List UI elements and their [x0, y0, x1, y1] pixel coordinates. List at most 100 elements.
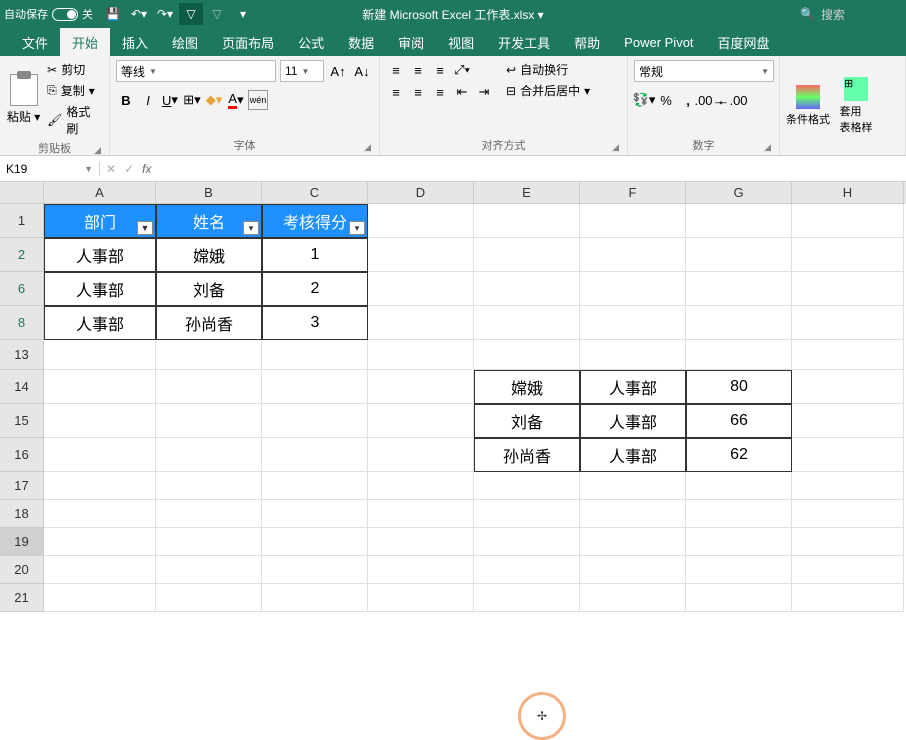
decrease-decimal-icon[interactable]: ←.00 [722, 90, 742, 110]
launcher-icon[interactable]: ◢ [364, 142, 371, 153]
percent-icon[interactable]: % [656, 90, 676, 110]
align-right-icon[interactable]: ≡ [430, 82, 450, 102]
cell-D8[interactable] [368, 306, 474, 340]
cell-F2[interactable] [580, 238, 686, 272]
qat-customize-icon[interactable]: ▾ [231, 3, 255, 25]
format-table-button[interactable]: ⊞ 套用 表格样 [834, 60, 878, 151]
cell-G14[interactable]: 80 [686, 370, 792, 404]
cell-A15[interactable] [44, 404, 156, 438]
phonetic-button[interactable]: wén [248, 90, 268, 110]
cell-H19[interactable] [792, 528, 904, 556]
cell-H16[interactable] [792, 438, 904, 472]
cell-C15[interactable] [262, 404, 368, 438]
align-bottom-icon[interactable]: ≡ [430, 60, 450, 80]
cell-A20[interactable] [44, 556, 156, 584]
cut-button[interactable]: ✂剪切 [45, 60, 103, 79]
cell-H20[interactable] [792, 556, 904, 584]
font-size-combo[interactable]: 11▼ [280, 60, 324, 82]
cell-F6[interactable] [580, 272, 686, 306]
tab-页面布局[interactable]: 页面布局 [210, 28, 286, 56]
wrap-text-button[interactable]: ↩自动换行 [504, 60, 592, 79]
cancel-icon[interactable]: ✕ [106, 162, 116, 176]
name-box[interactable]: K19▼ [0, 162, 100, 176]
launcher-icon[interactable]: ◢ [764, 142, 771, 153]
cell-D14[interactable] [368, 370, 474, 404]
cell-G18[interactable] [686, 500, 792, 528]
cell-F13[interactable] [580, 340, 686, 370]
fill-color-button[interactable]: ◆▾ [204, 90, 224, 110]
cell-B18[interactable] [156, 500, 262, 528]
row-header[interactable]: 6 [0, 272, 44, 306]
cell-E8[interactable] [474, 306, 580, 340]
tab-帮助[interactable]: 帮助 [562, 28, 612, 56]
filename[interactable]: 新建 Microsoft Excel 工作表.xlsx ▾ [362, 6, 543, 23]
fx-icon[interactable]: fx [142, 162, 151, 176]
cell-A1[interactable]: 部门▼ [44, 204, 156, 238]
cell-B15[interactable] [156, 404, 262, 438]
cell-D1[interactable] [368, 204, 474, 238]
cell-G1[interactable] [686, 204, 792, 238]
column-header-D[interactable]: D [368, 182, 474, 204]
cell-D15[interactable] [368, 404, 474, 438]
format-painter-button[interactable]: 🖌格式刷 [45, 102, 103, 138]
row-header[interactable]: 1 [0, 204, 44, 238]
column-header-B[interactable]: B [156, 182, 262, 204]
indent-inc-icon[interactable]: ⇥ [474, 82, 494, 102]
column-header-A[interactable]: A [44, 182, 156, 204]
cell-G17[interactable] [686, 472, 792, 500]
cell-F17[interactable] [580, 472, 686, 500]
cell-H8[interactable] [792, 306, 904, 340]
cell-C6[interactable]: 2 [262, 272, 368, 306]
cell-E13[interactable] [474, 340, 580, 370]
tab-审阅[interactable]: 审阅 [386, 28, 436, 56]
filter-dropdown-icon[interactable]: ▾ [243, 221, 259, 235]
cell-C20[interactable] [262, 556, 368, 584]
tab-开发工具[interactable]: 开发工具 [486, 28, 562, 56]
clear-filter-icon[interactable]: ▽ [205, 3, 229, 25]
cell-D19[interactable] [368, 528, 474, 556]
cell-B2[interactable]: 嫦娥 [156, 238, 262, 272]
cell-H18[interactable] [792, 500, 904, 528]
cell-H14[interactable] [792, 370, 904, 404]
cell-A17[interactable] [44, 472, 156, 500]
cell-C14[interactable] [262, 370, 368, 404]
cell-B8[interactable]: 孙尚香 [156, 306, 262, 340]
tab-视图[interactable]: 视图 [436, 28, 486, 56]
tab-文件[interactable]: 文件 [10, 28, 60, 56]
cell-E14[interactable]: 嫦娥 [474, 370, 580, 404]
tab-插入[interactable]: 插入 [110, 28, 160, 56]
row-header[interactable]: 14 [0, 370, 44, 404]
conditional-format-button[interactable]: 条件格式 [786, 60, 830, 151]
cell-A18[interactable] [44, 500, 156, 528]
cell-A8[interactable]: 人事部 [44, 306, 156, 340]
cell-B1[interactable]: 姓名▾ [156, 204, 262, 238]
select-all-corner[interactable] [0, 182, 44, 204]
cell-E20[interactable] [474, 556, 580, 584]
cell-B20[interactable] [156, 556, 262, 584]
copy-button[interactable]: ⎘复制 ▾ [45, 81, 103, 100]
autosave-toggle[interactable]: 自动保存 关 [4, 6, 93, 22]
cell-H6[interactable] [792, 272, 904, 306]
cell-A6[interactable]: 人事部 [44, 272, 156, 306]
cell-C13[interactable] [262, 340, 368, 370]
enter-icon[interactable]: ✓ [124, 162, 134, 176]
cell-B16[interactable] [156, 438, 262, 472]
align-center-icon[interactable]: ≡ [408, 82, 428, 102]
cell-E18[interactable] [474, 500, 580, 528]
row-header[interactable]: 2 [0, 238, 44, 272]
cell-F21[interactable] [580, 584, 686, 612]
row-header[interactable]: 13 [0, 340, 44, 370]
filter-active-icon[interactable]: ▼ [137, 221, 153, 235]
launcher-icon[interactable]: ◢ [612, 142, 619, 153]
cell-A14[interactable] [44, 370, 156, 404]
row-header[interactable]: 16 [0, 438, 44, 472]
font-color-button[interactable]: A▾ [226, 90, 246, 110]
cell-B17[interactable] [156, 472, 262, 500]
column-header-H[interactable]: H [792, 182, 904, 204]
cell-F18[interactable] [580, 500, 686, 528]
cell-C21[interactable] [262, 584, 368, 612]
merge-center-button[interactable]: ⊟合并后居中 ▾ [504, 81, 592, 100]
cell-G19[interactable] [686, 528, 792, 556]
save-icon[interactable]: 💾 [101, 3, 125, 25]
cell-F16[interactable]: 人事部 [580, 438, 686, 472]
